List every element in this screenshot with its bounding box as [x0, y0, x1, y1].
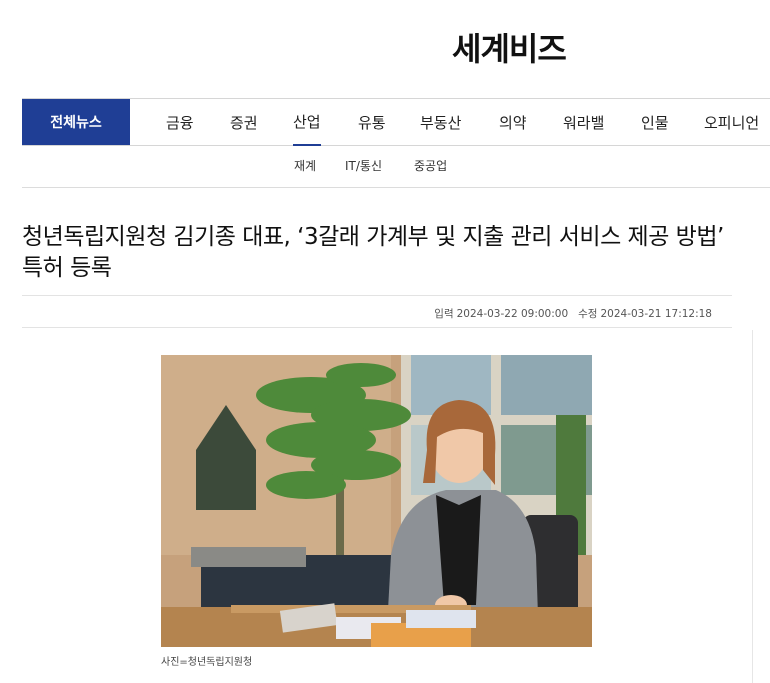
nav-item-securities[interactable]: 증권 — [230, 99, 258, 145]
article-photo — [161, 355, 592, 647]
article-title: 청년독립지원청 김기종 대표, ‘3갈래 가계부 및 지출 관리 서비스 제공 … — [22, 224, 724, 281]
nav-item-distribution[interactable]: 유통 — [358, 99, 386, 145]
nav-item-finance[interactable]: 금융 — [166, 99, 194, 145]
nav-item-work-life[interactable]: 워라밸 — [563, 99, 604, 145]
nav-item-medicine[interactable]: 의약 — [499, 99, 527, 145]
photo-caption: 사진=청년독립지원청 — [161, 657, 253, 668]
published-date: 2024-03-22 09:00:00 — [456, 308, 569, 320]
divider — [22, 295, 732, 296]
divider — [22, 327, 732, 328]
nav-item-people[interactable]: 인물 — [641, 99, 669, 145]
divider — [752, 330, 753, 683]
divider — [22, 187, 770, 188]
nav-item-industry[interactable]: 산업 — [293, 99, 321, 146]
modified-date: 2024-03-21 17:12:18 — [600, 308, 712, 320]
modified-label: 수정 — [578, 308, 598, 320]
article-dates: 입력 2024-03-22 09:00:00 수정 2024-03-21 17:12:… — [434, 306, 712, 321]
subnav-item-business[interactable]: 재계 — [294, 157, 316, 174]
nav-item-opinion[interactable]: 오피니언 — [704, 99, 759, 145]
subnav-item-heavy-industry[interactable]: 중공업 — [414, 157, 447, 174]
nav-all-news[interactable]: 전체뉴스 — [22, 99, 130, 145]
sub-nav: 재계 IT/통신 중공업 — [0, 157, 770, 177]
site-logo[interactable]: 세계비즈 — [452, 24, 567, 70]
main-nav: 전체뉴스 금융 증권 산업 유통 부동산 의약 워라밸 인물 오피니언 — [22, 98, 770, 146]
published-label: 입력 — [434, 308, 454, 320]
nav-item-real-estate[interactable]: 부동산 — [420, 99, 461, 145]
subnav-item-it-telecom[interactable]: IT/통신 — [345, 157, 382, 174]
